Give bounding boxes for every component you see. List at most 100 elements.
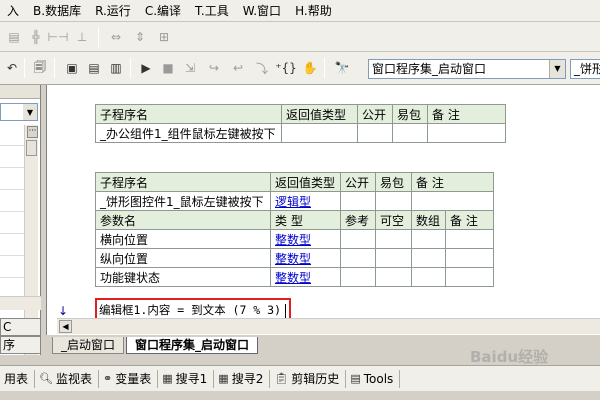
tab-tools[interactable]: ▤ Tools bbox=[346, 369, 401, 388]
same-width-icon[interactable]: ⇔ bbox=[106, 27, 126, 47]
public-flag[interactable] bbox=[357, 123, 393, 143]
remark[interactable] bbox=[411, 191, 494, 211]
return-type-link[interactable]: 逻辑型 bbox=[275, 195, 311, 209]
param-type[interactable]: 整数型 bbox=[270, 248, 341, 268]
step-into-icon[interactable]: ⇲ bbox=[180, 58, 200, 78]
param-type-link[interactable]: 整数型 bbox=[275, 233, 311, 247]
same-height-icon[interactable]: ⇕ bbox=[130, 27, 150, 47]
scroll-left-icon[interactable]: ◀ bbox=[59, 320, 72, 333]
clipboard-icon: 📋︎ bbox=[274, 372, 289, 385]
chevron-down-icon[interactable]: ▼ bbox=[549, 60, 565, 78]
left-panel-tab-1[interactable]: C bbox=[0, 318, 41, 336]
chevron-down-icon[interactable]: ▼ bbox=[23, 104, 37, 120]
tab-search2[interactable]: ▦ 搜寻2 bbox=[214, 369, 271, 388]
more-icon[interactable]: ··· bbox=[27, 126, 38, 138]
menu-insert[interactable]: 入 bbox=[0, 2, 26, 19]
param-array[interactable] bbox=[411, 229, 446, 249]
param-remark[interactable] bbox=[445, 229, 494, 249]
tab-window-assembly[interactable]: 窗口程序集_启动窗口 bbox=[126, 337, 259, 354]
step-out-icon[interactable]: ↩ bbox=[228, 58, 248, 78]
align-left-icon[interactable]: ▤ bbox=[4, 27, 24, 47]
space-horizontal-icon[interactable]: ⊢⊣ bbox=[48, 27, 69, 47]
param-row: 纵向位置 整数型 bbox=[95, 248, 494, 268]
tools-label: Tools bbox=[363, 371, 394, 386]
header-cell: 备 注 bbox=[427, 104, 506, 124]
subroutine-name[interactable]: _饼形图控件1_鼠标左键被按下 bbox=[95, 191, 271, 211]
variables-icon: ⚭ bbox=[103, 372, 113, 385]
hand-icon[interactable]: ✋ bbox=[300, 58, 320, 78]
subroutine-name[interactable]: _办公组件1_组件鼠标左键被按下 bbox=[95, 123, 282, 143]
header-cell: 类 型 bbox=[270, 210, 341, 230]
menu-window[interactable]: W.窗口 bbox=[236, 2, 288, 19]
properties-icon[interactable]: 🗐 bbox=[30, 58, 50, 78]
param-name[interactable]: 横向位置 bbox=[95, 229, 271, 249]
bottom-panel-tabs: 用表 🔍︎ 监视表 ⚭ 变量表 ▦ 搜寻1 ▦ 搜寻2 📋︎ 剪辑历史 ▤ To… bbox=[0, 365, 600, 391]
menu-compile[interactable]: C.编译 bbox=[138, 2, 188, 19]
bottom-border bbox=[0, 391, 600, 400]
param-array[interactable] bbox=[411, 248, 446, 268]
left-panel-tab-2[interactable]: 序 bbox=[0, 336, 41, 354]
space-vertical-icon[interactable]: ⊥ bbox=[72, 27, 92, 47]
header-cell: 公开 bbox=[357, 104, 393, 124]
editor-hscrollbar[interactable]: ◀ bbox=[57, 318, 600, 334]
param-nullable[interactable] bbox=[375, 248, 412, 268]
find-icon[interactable]: 🔭 bbox=[332, 58, 352, 78]
menu-run[interactable]: R.运行 bbox=[88, 2, 138, 19]
view-layout2-icon[interactable]: ▤ bbox=[84, 58, 104, 78]
magnifier-icon: 🔍︎ bbox=[39, 372, 53, 385]
param-type[interactable]: 整数型 bbox=[270, 267, 341, 287]
return-type[interactable]: 逻辑型 bbox=[270, 191, 341, 211]
undo-icon[interactable]: ↶ bbox=[2, 58, 22, 78]
tab-startup-window[interactable]: _启动窗口 bbox=[52, 337, 125, 354]
return-type[interactable] bbox=[281, 123, 358, 143]
tab-variable-table[interactable]: ⚭ 变量表 bbox=[99, 369, 159, 388]
public-flag[interactable] bbox=[340, 191, 376, 211]
param-remark[interactable] bbox=[445, 248, 494, 268]
param-type[interactable]: 整数型 bbox=[270, 229, 341, 249]
run-to-cursor-icon[interactable]: ⤵ bbox=[252, 58, 272, 78]
left-panel-hscroll[interactable] bbox=[0, 296, 41, 310]
reference-table-label: 用表 bbox=[4, 372, 29, 386]
param-type-link[interactable]: 整数型 bbox=[275, 252, 311, 266]
param-name[interactable]: 功能键状态 bbox=[95, 267, 271, 287]
menu-help[interactable]: H.帮助 bbox=[288, 2, 339, 19]
stop-icon[interactable]: ■ bbox=[158, 58, 178, 78]
search-window-icon: ▦ bbox=[162, 372, 173, 385]
same-size-icon[interactable]: ⊞ bbox=[154, 27, 174, 47]
tab-watch-table[interactable]: 🔍︎ 监视表 bbox=[35, 369, 99, 388]
left-panel-select[interactable]: ▼ bbox=[0, 103, 38, 121]
param-array[interactable] bbox=[411, 267, 446, 287]
menu-database[interactable]: B.数据库 bbox=[26, 2, 88, 19]
header-cell: 可空 bbox=[375, 210, 412, 230]
param-name[interactable]: 纵向位置 bbox=[95, 248, 271, 268]
param-remark[interactable] bbox=[445, 267, 494, 287]
run-icon[interactable]: ▶ bbox=[136, 58, 156, 78]
view-layout1-icon[interactable]: ▣ bbox=[62, 58, 82, 78]
menu-tools[interactable]: T.工具 bbox=[188, 2, 236, 19]
breakpoint-icon[interactable]: ⁺{} bbox=[275, 58, 297, 78]
param-nullable[interactable] bbox=[375, 267, 412, 287]
view-layout3-icon[interactable]: ▥ bbox=[106, 58, 126, 78]
scroll-thumb[interactable] bbox=[26, 140, 37, 156]
event-combo[interactable]: _饼形 bbox=[570, 59, 600, 79]
easy-package-flag[interactable] bbox=[392, 123, 428, 143]
remark[interactable] bbox=[427, 123, 506, 143]
code-line-text: 编辑框1.内容 = 到文本 (7 % 3) bbox=[99, 303, 282, 317]
param-type-link[interactable]: 整数型 bbox=[275, 271, 311, 285]
align-center-icon[interactable]: ╬ bbox=[26, 27, 46, 47]
param-ref[interactable] bbox=[340, 248, 376, 268]
tab-search1[interactable]: ▦ 搜寻1 bbox=[158, 369, 215, 388]
param-nullable[interactable] bbox=[375, 229, 412, 249]
header-cell: 参数名 bbox=[95, 210, 271, 230]
tab-reference-table[interactable]: 用表 bbox=[0, 369, 36, 388]
tab-clipboard-history[interactable]: 📋︎ 剪辑历史 bbox=[270, 369, 347, 388]
object-combo[interactable]: 窗口程序集_启动窗口 ▼ bbox=[368, 59, 566, 79]
search2-label: 搜寻2 bbox=[231, 372, 264, 386]
watermark: Baidu经验 bbox=[470, 348, 549, 366]
param-ref[interactable] bbox=[340, 267, 376, 287]
step-over-icon[interactable]: ↪ bbox=[204, 58, 224, 78]
left-panel: ▼ ··· ▼ bbox=[0, 85, 41, 355]
easy-package-flag[interactable] bbox=[375, 191, 412, 211]
param-ref[interactable] bbox=[340, 229, 376, 249]
search1-label: 搜寻1 bbox=[175, 372, 208, 386]
